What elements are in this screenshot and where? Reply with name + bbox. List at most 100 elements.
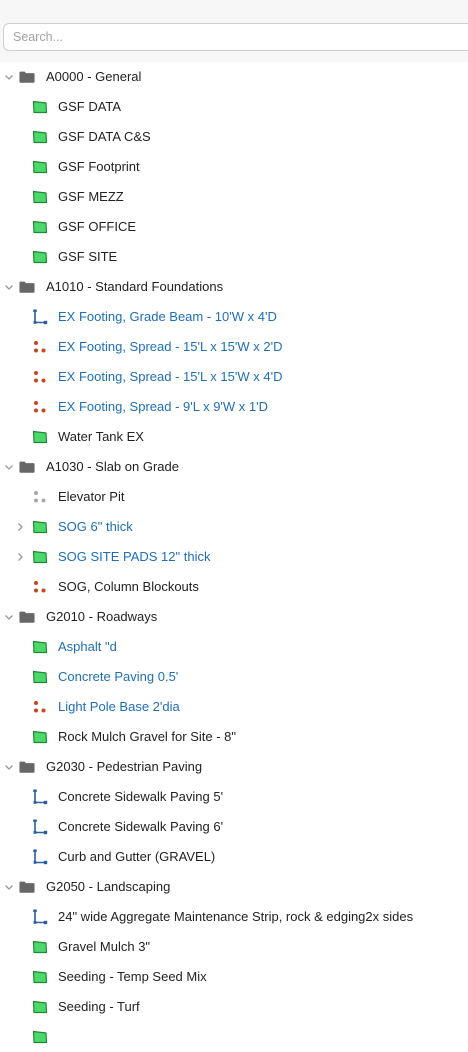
search-input[interactable] bbox=[3, 23, 468, 51]
tree-item[interactable]: Concrete Sidewalk Paving 5' bbox=[0, 782, 468, 812]
count-icon bbox=[32, 400, 48, 414]
tree-item[interactable]: EX Footing, Spread - 15'L x 15'W x 2'D bbox=[0, 332, 468, 362]
tree-item[interactable]: GSF OFFICE bbox=[0, 212, 468, 242]
tree-item[interactable]: Rock Mulch Gravel for Site - 8" bbox=[0, 722, 468, 752]
count-icon bbox=[32, 370, 48, 384]
item-label: SOG SITE PADS 12" thick bbox=[58, 549, 211, 564]
area-icon bbox=[32, 640, 48, 654]
item-label: GSF DATA C&S bbox=[58, 129, 151, 144]
area-icon bbox=[32, 550, 48, 564]
item-label: Concrete Sidewalk Paving 6' bbox=[58, 819, 224, 834]
tree-item[interactable]: Seeding - Temp Seed Mix bbox=[0, 962, 468, 992]
area-icon bbox=[32, 670, 48, 684]
tree-item[interactable]: Seeding - Turf bbox=[0, 992, 468, 1022]
tree-item[interactable]: 24" wide Aggregate Maintenance Strip, ro… bbox=[0, 902, 468, 932]
item-label: GSF SITE bbox=[58, 249, 118, 264]
chevron-down-icon[interactable] bbox=[3, 761, 15, 773]
area-icon bbox=[32, 250, 48, 264]
item-label: 24" wide Aggregate Maintenance Strip, ro… bbox=[58, 909, 414, 924]
area-icon bbox=[32, 520, 48, 534]
area-icon bbox=[32, 1000, 48, 1014]
group-row-a1030[interactable]: A1030 - Slab on Grade bbox=[0, 452, 468, 482]
item-label: Seeding - Turf bbox=[58, 999, 140, 1014]
chevron-down-icon[interactable] bbox=[3, 71, 15, 83]
group-row-a0000[interactable]: A0000 - General bbox=[0, 62, 468, 92]
count-inactive-icon bbox=[32, 490, 48, 504]
group-label: A1010 - Standard Foundations bbox=[46, 279, 224, 294]
group-label: G2010 - Roadways bbox=[46, 609, 158, 624]
group-row-g2050[interactable]: G2050 - Landscaping bbox=[0, 872, 468, 902]
item-label: Elevator Pit bbox=[58, 489, 125, 504]
group-row-g2010[interactable]: G2010 - Roadways bbox=[0, 602, 468, 632]
chevron-right-icon[interactable] bbox=[14, 521, 26, 533]
area-icon bbox=[32, 1030, 48, 1044]
tree-item[interactable]: Curb and Gutter (GRAVEL) bbox=[0, 842, 468, 872]
item-label: Gravel Mulch 3" bbox=[58, 939, 151, 954]
tree-item[interactable]: Elevator Pit bbox=[0, 482, 468, 512]
area-icon bbox=[32, 100, 48, 114]
linear-icon bbox=[32, 819, 48, 835]
folder-icon bbox=[19, 760, 35, 774]
folder-icon bbox=[19, 460, 35, 474]
item-label: Concrete Sidewalk Paving 5' bbox=[58, 789, 224, 804]
tree-item[interactable]: GSF DATA C&S bbox=[0, 122, 468, 152]
tree-item[interactable]: Asphalt "d bbox=[0, 632, 468, 662]
item-label: GSF MEZZ bbox=[58, 189, 124, 204]
tree-item[interactable]: Light Pole Base 2'dia bbox=[0, 692, 468, 722]
chevron-down-icon[interactable] bbox=[3, 281, 15, 293]
tree-item[interactable]: EX Footing, Spread - 9'L x 9'W x 1'D bbox=[0, 392, 468, 422]
item-label: Curb and Gutter (GRAVEL) bbox=[58, 849, 216, 864]
tree-item[interactable] bbox=[0, 1022, 468, 1052]
area-icon bbox=[32, 730, 48, 744]
folder-icon bbox=[19, 280, 35, 294]
tree-item[interactable]: GSF Footprint bbox=[0, 152, 468, 182]
tree-item[interactable]: Concrete Sidewalk Paving 6' bbox=[0, 812, 468, 842]
item-label: Asphalt "d bbox=[58, 639, 117, 654]
area-icon bbox=[32, 130, 48, 144]
linear-icon bbox=[32, 909, 48, 925]
area-icon bbox=[32, 970, 48, 984]
folder-icon bbox=[19, 880, 35, 894]
tree-item[interactable]: EX Footing, Grade Beam - 10'W x 4'D bbox=[0, 302, 468, 332]
linear-icon bbox=[32, 849, 48, 865]
item-label: Seeding - Temp Seed Mix bbox=[58, 969, 207, 984]
item-label: Water Tank EX bbox=[58, 429, 144, 444]
item-label: EX Footing, Spread - 15'L x 15'W x 4'D bbox=[58, 369, 283, 384]
item-label: GSF DATA bbox=[58, 99, 122, 114]
area-icon bbox=[32, 160, 48, 174]
tree-item[interactable]: GSF SITE bbox=[0, 242, 468, 272]
folder-icon bbox=[19, 70, 35, 84]
tree-item[interactable]: Concrete Paving 0.5' bbox=[0, 662, 468, 692]
area-icon bbox=[32, 940, 48, 954]
group-label: G2030 - Pedestrian Paving bbox=[46, 759, 203, 774]
group-row-g2030[interactable]: G2030 - Pedestrian Paving bbox=[0, 752, 468, 782]
folder-icon bbox=[19, 610, 35, 624]
item-label: SOG 6" thick bbox=[58, 519, 133, 534]
tree-item[interactable]: SOG, Column Blockouts bbox=[0, 572, 468, 602]
item-label: Rock Mulch Gravel for Site - 8" bbox=[58, 729, 237, 744]
chevron-right-icon[interactable] bbox=[14, 551, 26, 563]
group-row-a1010[interactable]: A1010 - Standard Foundations bbox=[0, 272, 468, 302]
tree-item[interactable]: SOG 6" thick bbox=[0, 512, 468, 542]
item-label: Concrete Paving 0.5' bbox=[58, 669, 179, 684]
group-label: G2050 - Landscaping bbox=[46, 879, 171, 894]
chevron-down-icon[interactable] bbox=[3, 461, 15, 473]
tree-item[interactable]: EX Footing, Spread - 15'L x 15'W x 4'D bbox=[0, 362, 468, 392]
tree-item[interactable]: Gravel Mulch 3" bbox=[0, 932, 468, 962]
tree-item[interactable]: Water Tank EX bbox=[0, 422, 468, 452]
tree-item[interactable]: GSF DATA bbox=[0, 92, 468, 122]
linear-icon bbox=[32, 789, 48, 805]
tree-item[interactable]: GSF MEZZ bbox=[0, 182, 468, 212]
takeoff-tree: A0000 - General GSF DATA GSF DATA C&S GSF F… bbox=[0, 62, 468, 1052]
area-icon bbox=[32, 430, 48, 444]
chevron-down-icon[interactable] bbox=[3, 881, 15, 893]
item-label: GSF OFFICE bbox=[58, 219, 136, 234]
item-label: GSF Footprint bbox=[58, 159, 140, 174]
area-icon bbox=[32, 220, 48, 234]
tree-item[interactable]: SOG SITE PADS 12" thick bbox=[0, 542, 468, 572]
item-label: Light Pole Base 2'dia bbox=[58, 699, 180, 714]
group-label: A0000 - General bbox=[46, 69, 142, 84]
search-bar-container bbox=[0, 0, 468, 62]
chevron-down-icon[interactable] bbox=[3, 611, 15, 623]
item-label: EX Footing, Spread - 9'L x 9'W x 1'D bbox=[58, 399, 268, 414]
